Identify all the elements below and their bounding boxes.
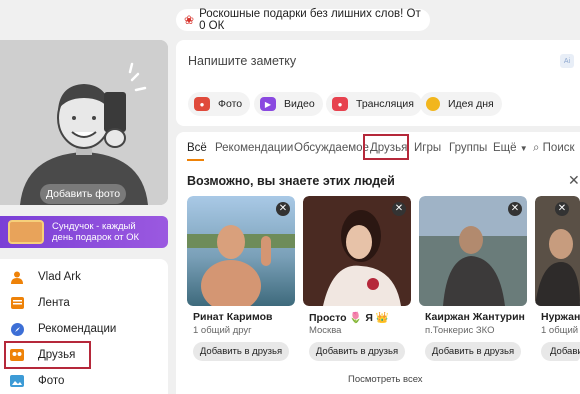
see-all-link[interactable]: Посмотреть всех — [348, 374, 423, 385]
person-subtitle: 1 общий друг — [193, 325, 252, 336]
nav-item-photo[interactable]: Фото — [10, 371, 64, 391]
post-stream-button[interactable]: ● Трансляция — [326, 92, 422, 116]
add-friend-button[interactable]: Добавить — [541, 342, 580, 361]
person-subtitle: Москва — [309, 325, 342, 336]
promo-banner[interactable]: ❀ Роскошные подарки без лишних слов! От … — [176, 8, 430, 32]
video-icon: ▶ — [260, 97, 276, 111]
tab-groups[interactable]: Группы — [449, 142, 487, 154]
treasure-chest-icon — [8, 220, 44, 244]
profile-avatar-card[interactable]: Добавить фото — [0, 40, 168, 205]
lightbulb-icon — [426, 97, 440, 111]
tab-recommendations[interactable]: Рекомендации — [215, 142, 293, 154]
chip-label: Идея дня — [448, 98, 494, 110]
chip-label: Фото — [218, 98, 243, 110]
compass-icon — [10, 322, 24, 336]
avatar-placeholder-illustration — [0, 40, 168, 205]
friends-nav-highlight — [4, 341, 91, 369]
post-photo-button[interactable]: ● Фото — [188, 92, 251, 116]
person-name[interactable]: Просто 🌷 Я 👑 — [309, 311, 389, 324]
dismiss-icon[interactable]: ✕ — [555, 202, 569, 216]
add-friend-button[interactable]: Добавить в друзья — [425, 342, 521, 361]
add-friend-button[interactable]: Добавить в друзья — [193, 342, 289, 361]
tab-search[interactable]: ⌕ Поиск — [533, 142, 575, 155]
person-subtitle: п.Тонкерис ЗКО — [425, 325, 495, 336]
left-navigation: Vlad Ark Лента Рекомендации Друзья Фото — [0, 259, 168, 394]
person-card[interactable]: ✕ Просто 🌷 Я 👑 Москва Добавить в друзья — [303, 196, 411, 362]
dismiss-icon[interactable]: ✕ — [508, 202, 522, 216]
nav-item-profile[interactable]: Vlad Ark — [10, 267, 81, 287]
tab-games[interactable]: Игры — [414, 142, 441, 154]
nav-item-label: Лента — [38, 297, 70, 309]
dismiss-icon[interactable]: ✕ — [276, 202, 290, 216]
person-card[interactable]: ✕ Нуржан Ж 1 общий Добавить — [535, 196, 580, 362]
person-card[interactable]: ✕ Ринат Каримов 1 общий друг Добавить в … — [187, 196, 295, 362]
friends-tab-highlight — [363, 134, 409, 160]
post-video-button[interactable]: ▶ Видео — [254, 92, 323, 116]
person-card[interactable]: ✕ Каиржан Жантурин п.Тонкерис ЗКО Добави… — [419, 196, 527, 362]
chest-text-line1: Сундучок - каждый — [52, 221, 136, 232]
person-name[interactable]: Ринат Каримов — [193, 311, 272, 323]
chest-promo-banner[interactable]: Сундучок - каждый день подарок от ОК — [0, 216, 168, 248]
dismiss-icon[interactable]: ✕ — [392, 202, 406, 216]
ai-icon[interactable]: Ai — [560, 54, 574, 68]
stream-icon: ● — [332, 97, 348, 111]
post-idea-button[interactable]: Идея дня — [420, 92, 502, 116]
rose-icon: ❀ — [184, 13, 195, 27]
nav-item-feed[interactable]: Лента — [10, 293, 70, 313]
tab-more[interactable]: Ещё ▼ — [493, 142, 528, 154]
tab-discussed[interactable]: Обсуждаемое — [294, 142, 369, 154]
note-input[interactable]: Напишите заметку — [188, 54, 296, 68]
photo-icon — [10, 374, 24, 388]
user-icon — [10, 270, 24, 284]
feed-icon — [10, 296, 24, 310]
nav-item-label: Фото — [38, 375, 65, 387]
tab-search-label: Поиск — [542, 142, 575, 154]
search-icon: ⌕ — [533, 142, 540, 154]
chip-label: Трансляция — [356, 98, 414, 110]
chest-text-line2: день подарок от ОК — [52, 232, 140, 243]
tab-more-label: Ещё — [493, 142, 517, 154]
person-name[interactable]: Каиржан Жантурин — [425, 311, 525, 323]
nav-item-label: Рекомендации — [38, 323, 117, 335]
person-subtitle: 1 общий — [541, 325, 579, 336]
nav-item-label: Vlad Ark — [38, 271, 81, 283]
nav-item-recommendations[interactable]: Рекомендации — [10, 319, 116, 339]
promo-text: Роскошные подарки без лишних слов! От 0 … — [199, 8, 421, 32]
tab-all[interactable]: Всё — [187, 142, 207, 154]
people-you-may-know-title: Возможно, вы знаете этих людей — [187, 174, 395, 188]
note-composer: Напишите заметку Ai ● Фото ▶ Видео ● Тра… — [176, 40, 580, 126]
add-photo-button[interactable]: Добавить фото — [40, 184, 126, 204]
main-feed: Всё Рекомендации Обсуждаемое Друзья Игры… — [176, 132, 580, 394]
camera-icon: ● — [194, 97, 210, 111]
person-name[interactable]: Нуржан Ж — [541, 311, 580, 323]
chip-label: Видео — [284, 98, 315, 110]
active-tab-underline — [187, 159, 204, 161]
chevron-down-icon: ▼ — [519, 144, 528, 153]
add-friend-button[interactable]: Добавить в друзья — [309, 342, 405, 361]
close-icon[interactable]: ✕ — [568, 172, 580, 189]
